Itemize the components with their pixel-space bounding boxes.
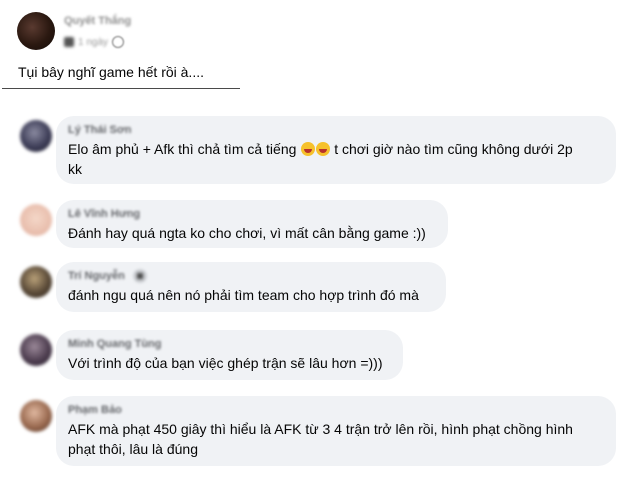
- commenter-name-text[interactable]: Trí Nguyễn: [68, 270, 125, 282]
- comment-text: Với trình độ của bạn việc ghép trận sẽ l…: [68, 355, 383, 371]
- comment-bubble: Lý Thái Sơn Elo âm phủ + Afk thì chả tìm…: [56, 116, 616, 184]
- commenter-avatar[interactable]: [20, 204, 52, 236]
- post-author-name[interactable]: Quyết Thắng: [64, 15, 131, 27]
- post-meta: 1 ngày: [64, 36, 125, 48]
- commenter-name[interactable]: Lê Vĩnh Hưng: [68, 207, 436, 221]
- blurred-icon: [64, 37, 74, 47]
- post-time[interactable]: 1 ngày: [78, 37, 108, 48]
- post-text: Tụi bây nghĩ game hết rồi à....: [18, 64, 204, 80]
- comment-text: Elo âm phủ + Afk thì chả tìm cả tiếng t …: [68, 139, 604, 179]
- comment-text: Đánh hay quá ngta ko cho chơi, vì mất câ…: [68, 225, 426, 241]
- comment-text-part: t chơi giờ nào tìm cũng không dưới 2p: [334, 141, 573, 157]
- laughing-tears-emoji-icon: [301, 142, 316, 156]
- commenter-avatar[interactable]: [20, 334, 52, 366]
- post-card: Quyết Thắng 1 ngày Tụi bây nghĩ game hết…: [2, 2, 240, 89]
- comment-text-part: Elo âm phủ + Afk thì chả tìm cả tiếng: [68, 141, 297, 157]
- comment-bubble: Phạm Bảo AFK mà phạt 450 giây thì hiểu l…: [56, 396, 616, 466]
- commenter-name[interactable]: Minh Quang Tùng: [68, 337, 391, 351]
- comment-bubble: Minh Quang Tùng Với trình độ của bạn việ…: [56, 330, 403, 380]
- comment-bubble: Lê Vĩnh Hưng Đánh hay quá ngta ko cho ch…: [56, 200, 448, 248]
- commenter-avatar[interactable]: [20, 400, 52, 432]
- globe-icon: [112, 36, 125, 48]
- commenter-name[interactable]: Phạm Bảo: [68, 403, 604, 417]
- comment-text-part: AFK mà phạt 450 giây thì hiểu là AFK từ …: [68, 421, 573, 437]
- commenter-name: Trí Nguyễn: [68, 269, 434, 284]
- comment-text-part: phạt thôi, lâu là đúng: [68, 441, 198, 457]
- comment-bubble: Trí Nguyễn đánh ngu quá nên nó phải tìm …: [56, 262, 446, 312]
- badge-icon: [132, 269, 147, 284]
- laughing-tears-emoji-icon: [316, 142, 331, 156]
- commenter-avatar[interactable]: [20, 266, 52, 298]
- commenter-avatar[interactable]: [20, 120, 52, 152]
- comment-text: AFK mà phạt 450 giây thì hiểu là AFK từ …: [68, 419, 604, 459]
- commenter-name[interactable]: Lý Thái Sơn: [68, 123, 604, 137]
- comment-text: đánh ngu quá nên nó phải tìm team cho hợ…: [68, 287, 419, 303]
- comment-text-part: kk: [68, 161, 82, 177]
- post-author-avatar[interactable]: [17, 12, 55, 50]
